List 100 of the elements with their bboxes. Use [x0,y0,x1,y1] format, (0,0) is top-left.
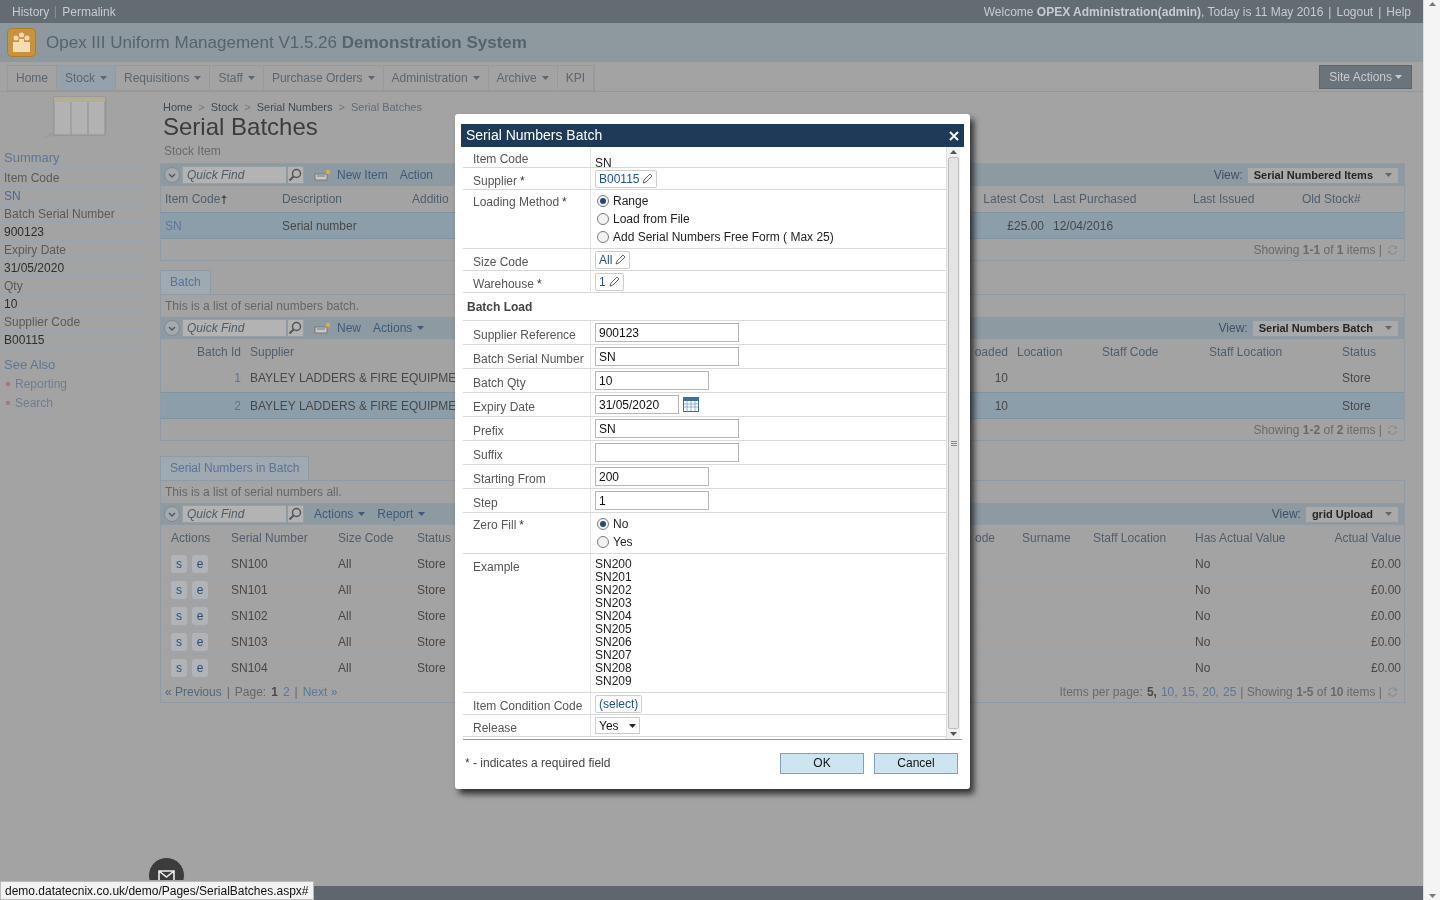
field-label: Prefix [473,423,504,440]
table-cell-text: SN103 [231,633,268,651]
table-cell-text: No [1195,555,1211,573]
view-label: View: [1213,167,1243,184]
summary-text: Showing 1-2 of 2 items | [1253,421,1382,439]
table-cell-text: All [338,607,352,625]
table-cell-text: All [338,555,352,573]
section-heading: Batch Load [467,298,533,316]
field-label: Batch Qty [473,375,526,392]
field-label: Batch Serial Number [473,351,584,368]
table-cell-text: £0.00 [1370,555,1401,573]
radio-label: Yes [613,534,633,551]
dialog-title: Serial Numbers Batch [466,126,603,145]
field-label: Step [473,495,498,512]
table-cell-text: No [1195,633,1211,651]
table-cell-text: SN101 [231,581,268,599]
table-cell-text: Store [417,581,446,599]
table-cell-text: Store [1342,397,1371,415]
radio-label: No [613,516,629,533]
separator: | [226,683,230,701]
welcome-text: Welcome OPEX Administration(admin), Today is 11 May 2016 [983,3,1324,21]
field-label: Batch Serial Number [4,205,115,223]
field-label: Loading Method [473,194,560,211]
field-label: Supplier [473,173,518,190]
example-value: SN206 [595,636,632,649]
table-cell-text: SN100 [231,555,268,573]
separator: | [1378,3,1382,21]
table-cell-text: All [338,659,352,677]
status-url: demo.datatecnix.co.uk/demo/Pages/SerialBatches.aspx# [5,882,309,900]
table-cell-text: Store [417,659,446,677]
table-cell-text: BAYLEY LADDERS & FIRE EQUIPME [250,370,456,387]
description-text: This is a list of serial numbers batch. [165,298,360,315]
separator: | [1328,3,1332,21]
table-cell-text: Store [417,607,446,625]
table-cell-text: BAYLEY LADDERS & FIRE EQUIPME [250,397,456,415]
table-cell-text: Store [1342,370,1371,387]
table-cell-text: SN102 [231,607,268,625]
example-value: SN204 [595,610,632,623]
field-label: Size Code [473,254,529,271]
table-cell-text: £0.00 [1370,633,1401,651]
table-cell-text: 12/04/2016 [1053,217,1114,235]
example-value: SN208 [595,662,632,675]
required-marker: * [520,173,525,190]
field-label: Item Code [4,169,60,187]
field-value: 31/05/2020 [4,259,65,277]
table-cell-text: 10 [994,397,1008,415]
per-page-label: Items per page: [1059,683,1143,701]
table-cell-text: £25.00 [1007,217,1044,235]
table-cell-text: All [338,581,352,599]
field-value: SN [595,156,612,170]
table-cell-text: No [1195,659,1211,677]
table-cell-text: Serial number [282,217,357,235]
required-note: * - indicates a required field [465,755,611,772]
field-label: Supplier Reference [473,327,576,344]
required-marker: * [519,517,524,534]
view-label: View: [1218,320,1248,337]
separator: > [338,99,345,115]
table-cell-text: No [1195,607,1211,625]
table-cell-text: Store [417,555,446,573]
field-label: Expiry Date [4,241,67,259]
example-value: SN203 [595,597,632,610]
field-label: Suffix [473,447,503,464]
field-value: B00115 [4,331,45,349]
field-label: Expiry Date [473,399,536,416]
table-cell-text: £0.00 [1370,659,1401,677]
radio-label: Load from File [613,211,690,228]
example-value: SN207 [595,649,632,662]
table-cell-text: All [338,633,352,651]
summary-text: Showing 1-1 of 1 items | [1253,241,1382,259]
section-title: See Also [4,355,56,374]
field-label: Supplier Code [4,313,81,331]
example-value: SN200 [595,558,632,571]
field-label: Item Condition Code [473,698,583,715]
table-cell-text: £0.00 [1370,607,1401,625]
app-title: Opex III Uniform Management V1.5.26 Demonstration System [46,31,527,54]
view-label: View: [1271,506,1301,523]
field-label: Starting From [473,471,546,488]
separator: | [294,683,298,701]
required-marker: * [536,276,542,293]
page-label: Page: [234,683,267,701]
description-text: This is a list of serial numbers all. [165,484,342,501]
radio-label: Range [613,193,649,210]
field-label: Qty [4,277,23,295]
field-label: Example [473,559,520,576]
table-cell-text: No [1195,581,1211,599]
example-value: SN209 [595,675,632,688]
field-label: Warehouse [473,276,534,293]
separator: > [244,99,251,115]
table-cell-text: SN104 [231,659,268,677]
field-value: 900123 [4,223,45,241]
field-value: 10 [4,295,18,313]
section-title: Summary [4,149,60,168]
example-value: SN205 [595,623,632,636]
required-marker: * [562,194,567,211]
field-label: Release [473,720,518,737]
table-cell-text: 10 [994,370,1008,387]
section-title: Stock Item [163,143,221,160]
page-title: Serial Batches [162,114,318,140]
table-cell-text: £0.00 [1370,581,1401,599]
radio-label: Add Serial Numbers Free Form ( Max 25) [613,229,834,246]
